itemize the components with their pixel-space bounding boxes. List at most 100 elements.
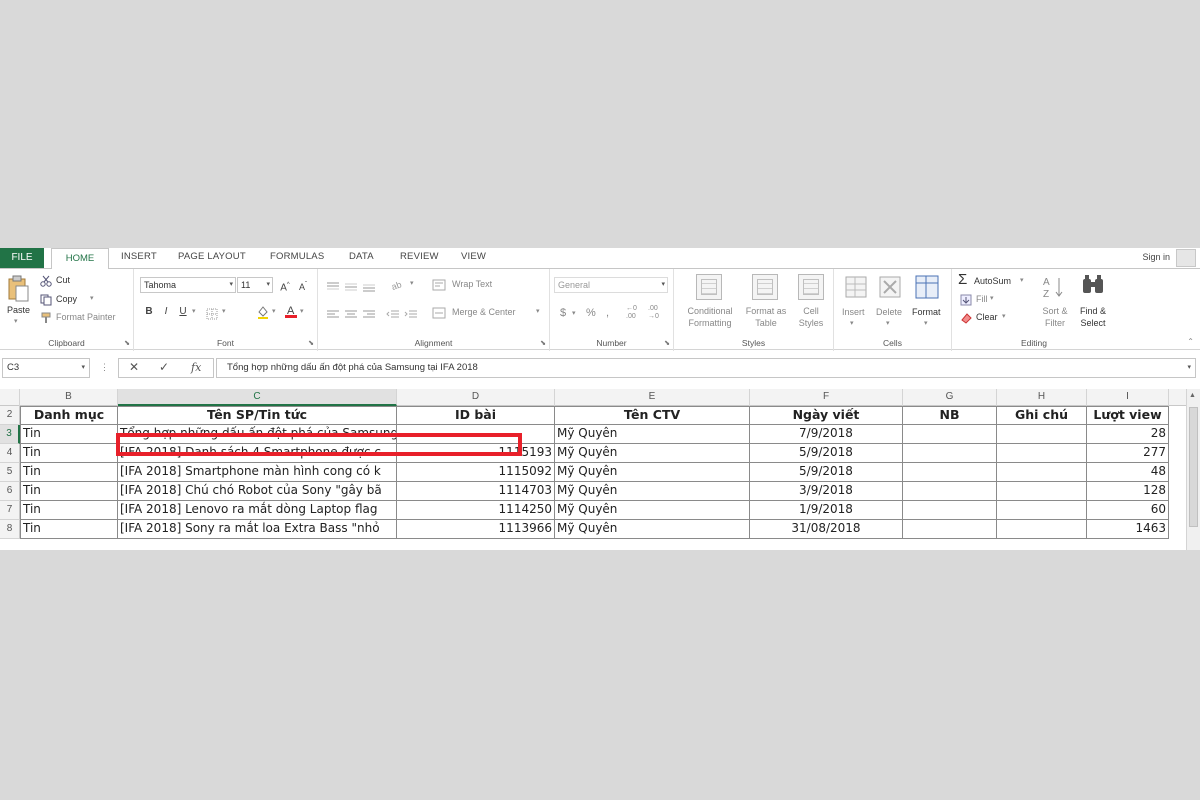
alignment-launcher-icon[interactable]: ⬊	[540, 339, 546, 347]
align-center-icon[interactable]	[344, 307, 358, 325]
header-cell-i[interactable]: Lượt view	[1087, 406, 1169, 425]
cell-i5[interactable]: 48	[1087, 463, 1169, 482]
wrap-text-icon[interactable]	[432, 278, 446, 296]
header-cell-g[interactable]: NB	[903, 406, 997, 425]
format-as-table-icon[interactable]	[752, 274, 778, 300]
merge-center-button[interactable]: Merge & Center	[452, 307, 516, 317]
cell-e7[interactable]: Mỹ Quyên	[555, 501, 750, 520]
currency-dropdown-icon[interactable]: ▾	[572, 309, 576, 317]
shrink-font-icon[interactable]: Aˇ	[296, 278, 310, 292]
align-bottom-icon[interactable]	[362, 279, 376, 297]
tab-view[interactable]: VIEW	[461, 251, 486, 262]
paste-icon[interactable]	[6, 275, 30, 303]
decrease-indent-icon[interactable]	[386, 307, 400, 325]
header-cell-e[interactable]: Tên CTV	[555, 406, 750, 425]
insert-dropdown-icon[interactable]: ▾	[850, 319, 854, 327]
format-cells-button[interactable]: Format	[912, 307, 941, 317]
orientation-icon[interactable]: ab	[390, 277, 408, 295]
autosum-dropdown-icon[interactable]: ▾	[1020, 276, 1024, 284]
decrease-decimal-icon[interactable]: .00 →0	[648, 305, 659, 321]
insert-cells-button[interactable]: Insert	[842, 307, 865, 317]
scroll-up-icon[interactable]: ▲	[1189, 392, 1196, 399]
cell-f6[interactable]: 3/9/2018	[750, 482, 903, 501]
cell-f5[interactable]: 5/9/2018	[750, 463, 903, 482]
delete-cells-button[interactable]: Delete	[876, 307, 902, 317]
borders-icon[interactable]	[206, 307, 218, 325]
cell-h7[interactable]	[997, 501, 1087, 520]
tab-file[interactable]: FILE	[0, 248, 44, 268]
cell-b7[interactable]: Tin	[20, 501, 118, 520]
currency-icon[interactable]: $	[560, 307, 566, 319]
column-header-b[interactable]: B	[20, 389, 118, 406]
cell-b3[interactable]: Tin	[20, 425, 118, 444]
expand-formula-bar-icon[interactable]: ▾	[1187, 359, 1191, 377]
cut-icon[interactable]	[40, 274, 52, 292]
copy-button[interactable]: Copy	[56, 294, 77, 304]
cell-c3[interactable]: Tổng hợp những dấu ấn đột phá của Samsun…	[118, 425, 397, 444]
cell-styles-icon[interactable]	[798, 274, 824, 300]
conditional-formatting-button[interactable]: Conditional Formatting	[680, 305, 740, 329]
font-color-dropdown-icon[interactable]: ▾	[300, 307, 304, 315]
cell-e6[interactable]: Mỹ Quyên	[555, 482, 750, 501]
bold-icon[interactable]: B	[142, 305, 156, 319]
paste-button[interactable]: Paste	[7, 305, 30, 315]
clear-dropdown-icon[interactable]: ▾	[1002, 312, 1006, 320]
column-header-i[interactable]: I	[1087, 389, 1169, 406]
name-box[interactable]: C3 ▾	[2, 358, 90, 378]
column-header-h[interactable]: H	[997, 389, 1087, 406]
avatar[interactable]	[1176, 249, 1196, 267]
tab-insert[interactable]: INSERT	[121, 251, 157, 262]
row-header-7[interactable]: 7	[0, 501, 20, 520]
align-right-icon[interactable]	[362, 307, 376, 325]
cell-c5[interactable]: [IFA 2018] Smartphone màn hình cong có k	[118, 463, 397, 482]
font-name-dropdown[interactable]: Tahoma ▾	[140, 277, 236, 293]
header-cell-h[interactable]: Ghi chú	[997, 406, 1087, 425]
tab-review[interactable]: REVIEW	[400, 251, 439, 262]
increase-indent-icon[interactable]	[404, 307, 418, 325]
cell-d3[interactable]	[397, 425, 555, 444]
cell-h6[interactable]	[997, 482, 1087, 501]
cell-c7[interactable]: [IFA 2018] Lenovo ra mắt dòng Laptop fla…	[118, 501, 397, 520]
font-launcher-icon[interactable]: ⬊	[308, 339, 314, 347]
cell-h4[interactable]	[997, 444, 1087, 463]
conditional-formatting-icon[interactable]	[696, 274, 722, 300]
cell-e3[interactable]: Mỹ Quyên	[555, 425, 750, 444]
cell-c4[interactable]: [IFA 2018] Danh sách 4 Smartphone được c	[118, 444, 397, 463]
sort-filter-icon[interactable]: AZ	[1042, 274, 1066, 305]
font-size-dropdown[interactable]: 11 ▾	[237, 277, 273, 293]
underline-icon[interactable]: U	[176, 305, 190, 319]
borders-dropdown-icon[interactable]: ▾	[222, 307, 226, 315]
cell-d5[interactable]: 1115092	[397, 463, 555, 482]
number-launcher-icon[interactable]: ⬊	[664, 339, 670, 347]
cell-b5[interactable]: Tin	[20, 463, 118, 482]
clear-button[interactable]: Clear	[976, 312, 998, 322]
cell-g7[interactable]	[903, 501, 997, 520]
tab-page-layout[interactable]: PAGE LAYOUT	[178, 251, 246, 262]
cell-b4[interactable]: Tin	[20, 444, 118, 463]
insert-function-icon[interactable]: fx	[191, 361, 201, 374]
sort-filter-button[interactable]: Sort & Filter	[1040, 305, 1070, 329]
align-middle-icon[interactable]	[344, 279, 358, 297]
cell-e5[interactable]: Mỹ Quyên	[555, 463, 750, 482]
format-painter-button[interactable]: Format Painter	[56, 312, 116, 322]
cell-e8[interactable]: Mỹ Quyên	[555, 520, 750, 539]
delete-dropdown-icon[interactable]: ▾	[886, 319, 890, 327]
formula-bar-grip-icon[interactable]: ⋮	[100, 362, 109, 373]
cell-i4[interactable]: 277	[1087, 444, 1169, 463]
cell-c8[interactable]: [IFA 2018] Sony ra mắt loa Extra Bass "n…	[118, 520, 397, 539]
cell-e4[interactable]: Mỹ Quyên	[555, 444, 750, 463]
formula-input[interactable]: Tổng hợp những dấu ấn đột phá của Samsun…	[216, 358, 1196, 378]
fill-icon[interactable]	[960, 293, 972, 311]
cell-b6[interactable]: Tin	[20, 482, 118, 501]
cell-styles-button[interactable]: Cell Styles	[792, 305, 830, 329]
cell-g3[interactable]	[903, 425, 997, 444]
cell-f7[interactable]: 1/9/2018	[750, 501, 903, 520]
header-cell-c[interactable]: Tên SP/Tin tức	[118, 406, 397, 425]
column-header-f[interactable]: F	[750, 389, 903, 406]
fill-dropdown-icon[interactable]: ▾	[990, 294, 994, 302]
format-cells-icon[interactable]	[914, 274, 940, 305]
enter-icon[interactable]: ✓	[159, 360, 169, 374]
column-header-g[interactable]: G	[903, 389, 997, 406]
cut-button[interactable]: Cut	[56, 275, 70, 285]
row-header-6[interactable]: 6	[0, 482, 20, 501]
